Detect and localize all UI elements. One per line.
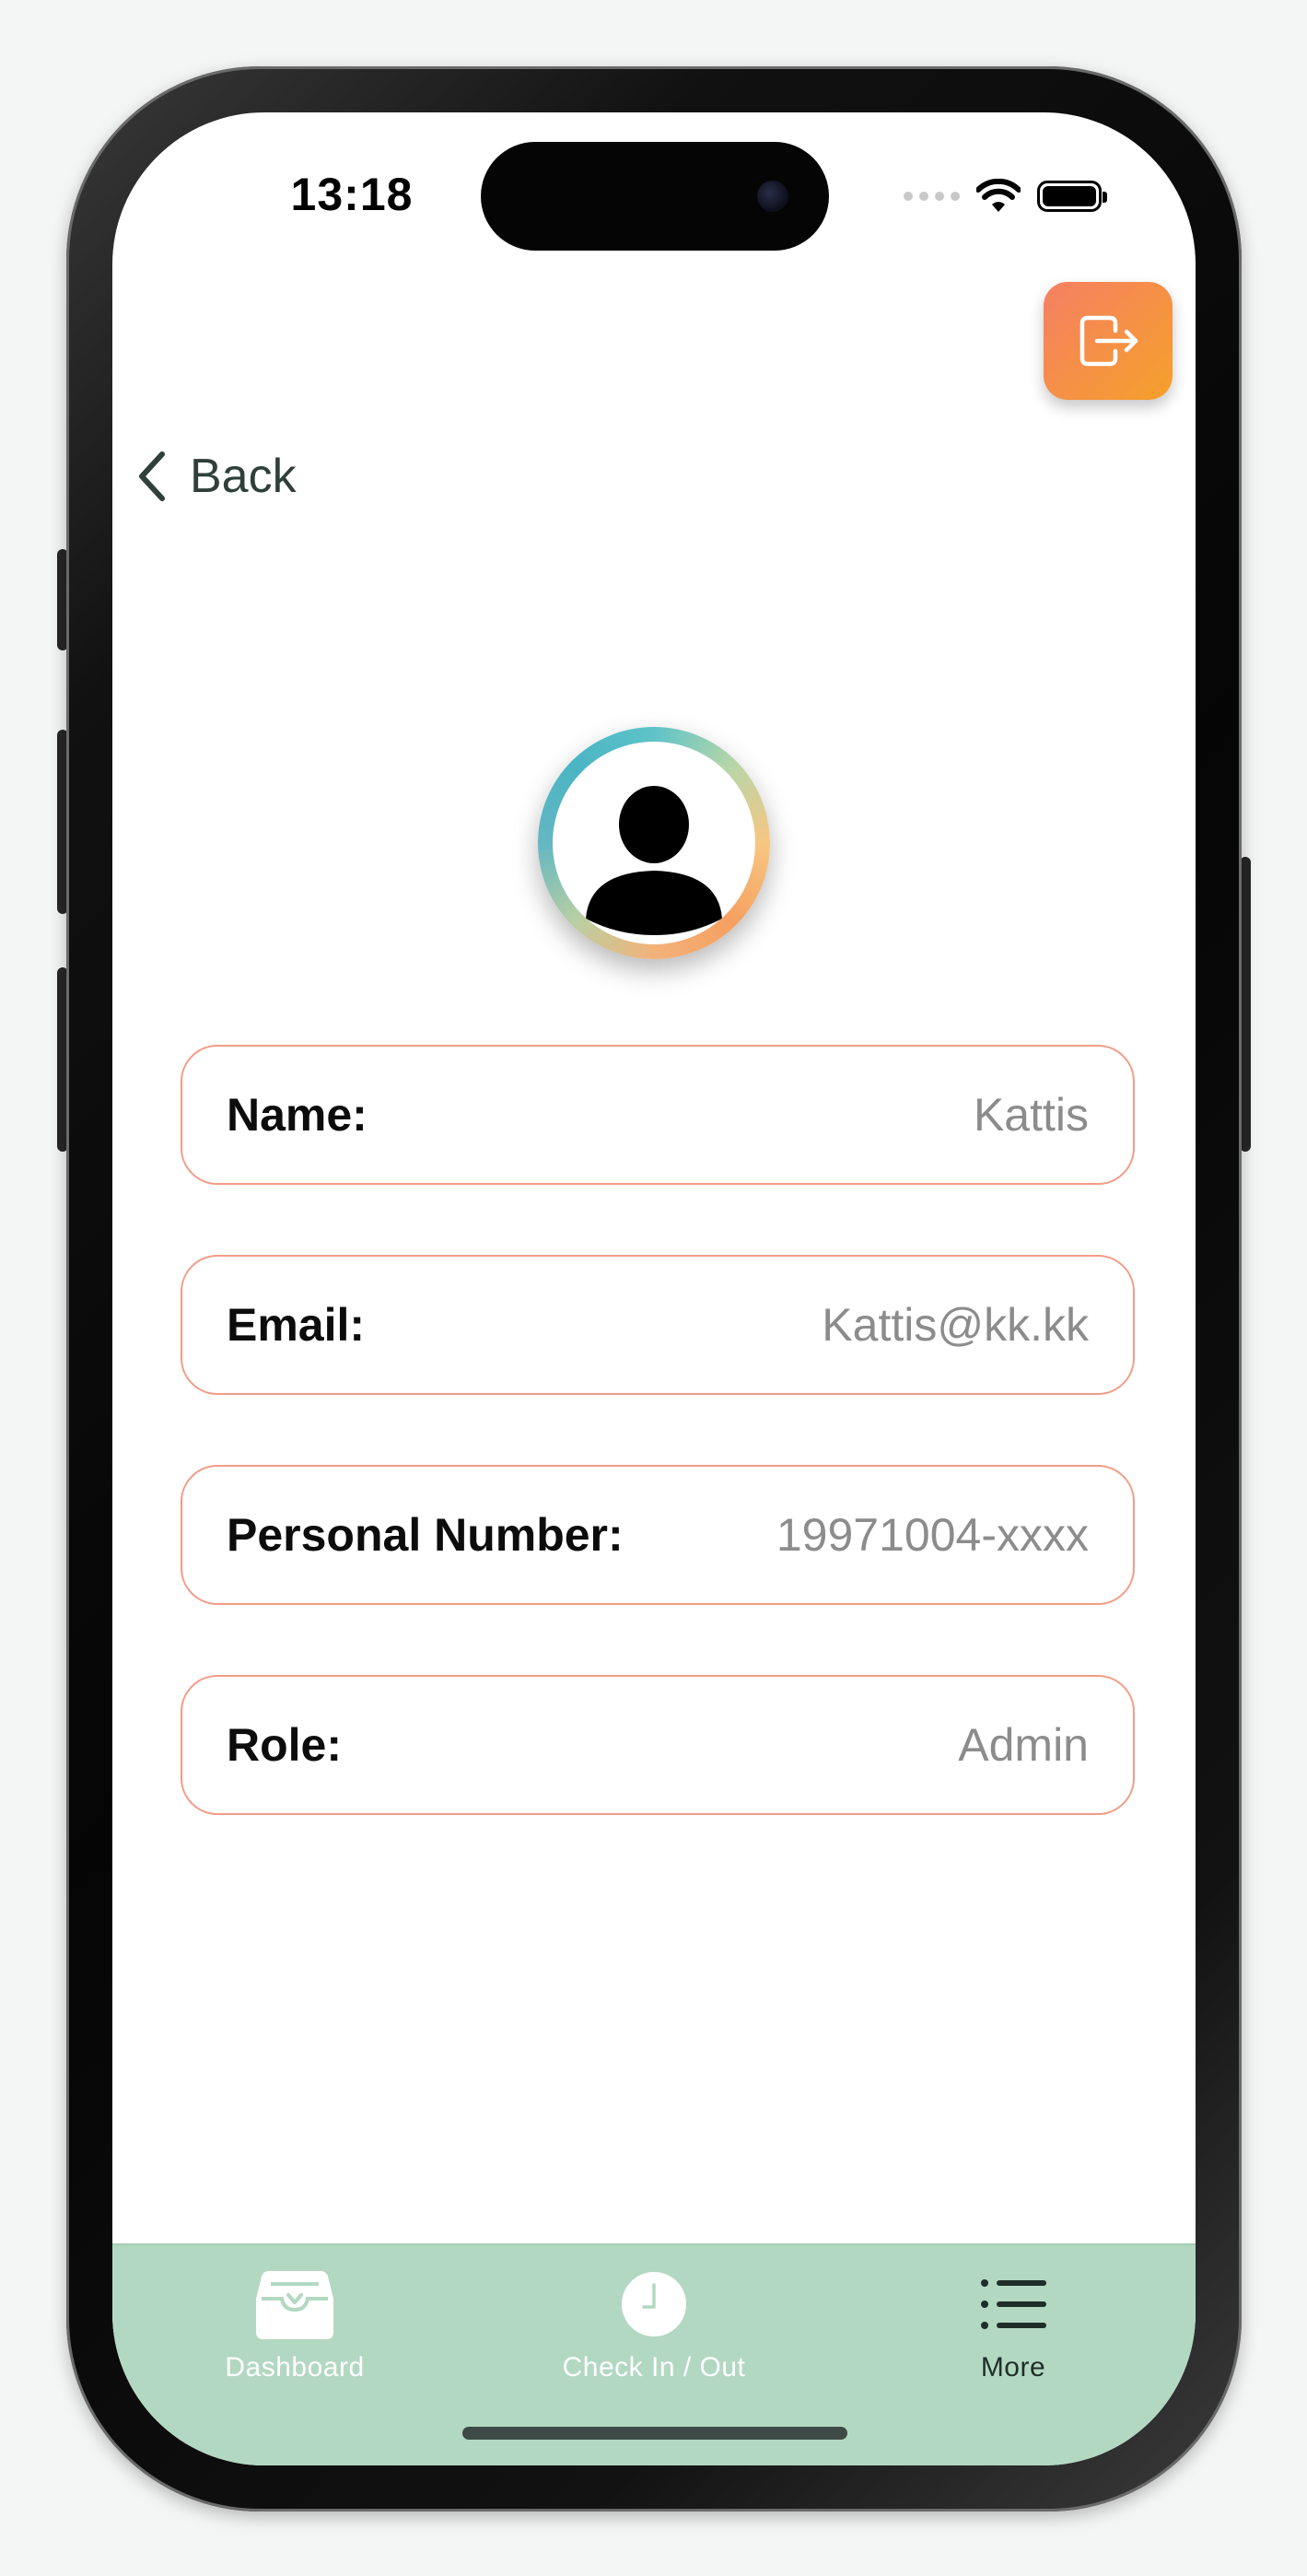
person-icon [586,786,722,935]
email-label: Email: [227,1299,366,1351]
logout-button[interactable] [1044,282,1173,400]
role-field: Role: Admin [181,1675,1135,1815]
phone-screen: 13:18 Back Name: Kattis Email: Kattis@kk… [112,112,1196,2465]
personal-number-value: 19971004-xxxx [776,1509,1089,1561]
role-label: Role: [227,1719,342,1771]
tab-more-label: More [980,2352,1046,2383]
status-time: 13:18 [290,169,414,220]
clock-icon [622,2272,686,2336]
tab-check-in-out-label: Check In / Out [562,2352,746,2383]
name-value: Kattis [973,1089,1089,1141]
email-field: Email: Kattis@kk.kk [181,1255,1135,1395]
name-field: Name: Kattis [181,1045,1135,1185]
device-stage: 13:18 Back Name: Kattis Email: Kattis@kk… [0,0,1307,2576]
cellular-signal-icon [904,192,960,201]
dynamic-island [481,142,829,251]
tab-dashboard[interactable]: Dashboard [175,2258,414,2383]
back-button[interactable]: Back [133,444,297,509]
home-indicator[interactable] [462,2427,847,2440]
front-camera [757,181,788,212]
avatar[interactable] [538,727,770,959]
name-label: Name: [227,1089,368,1141]
chevron-left-icon [139,451,165,501]
wifi-icon [976,179,1021,212]
logout-icon [1079,315,1138,367]
personal-number-label: Personal Number: [227,1509,624,1561]
status-indicators [904,179,1107,214]
email-value: Kattis@kk.kk [822,1299,1089,1351]
avatar-inner [553,742,755,944]
tray-icon [256,2271,333,2339]
personal-number-field: Personal Number: 19971004-xxxx [181,1465,1135,1605]
role-value: Admin [958,1719,1089,1771]
tab-check-in-out[interactable]: Check In / Out [534,2258,774,2383]
tab-dashboard-label: Dashboard [225,2352,365,2383]
list-icon [981,2279,1046,2329]
battery-icon [1037,181,1107,212]
back-label: Back [190,450,297,503]
tab-more[interactable]: More [893,2258,1133,2383]
